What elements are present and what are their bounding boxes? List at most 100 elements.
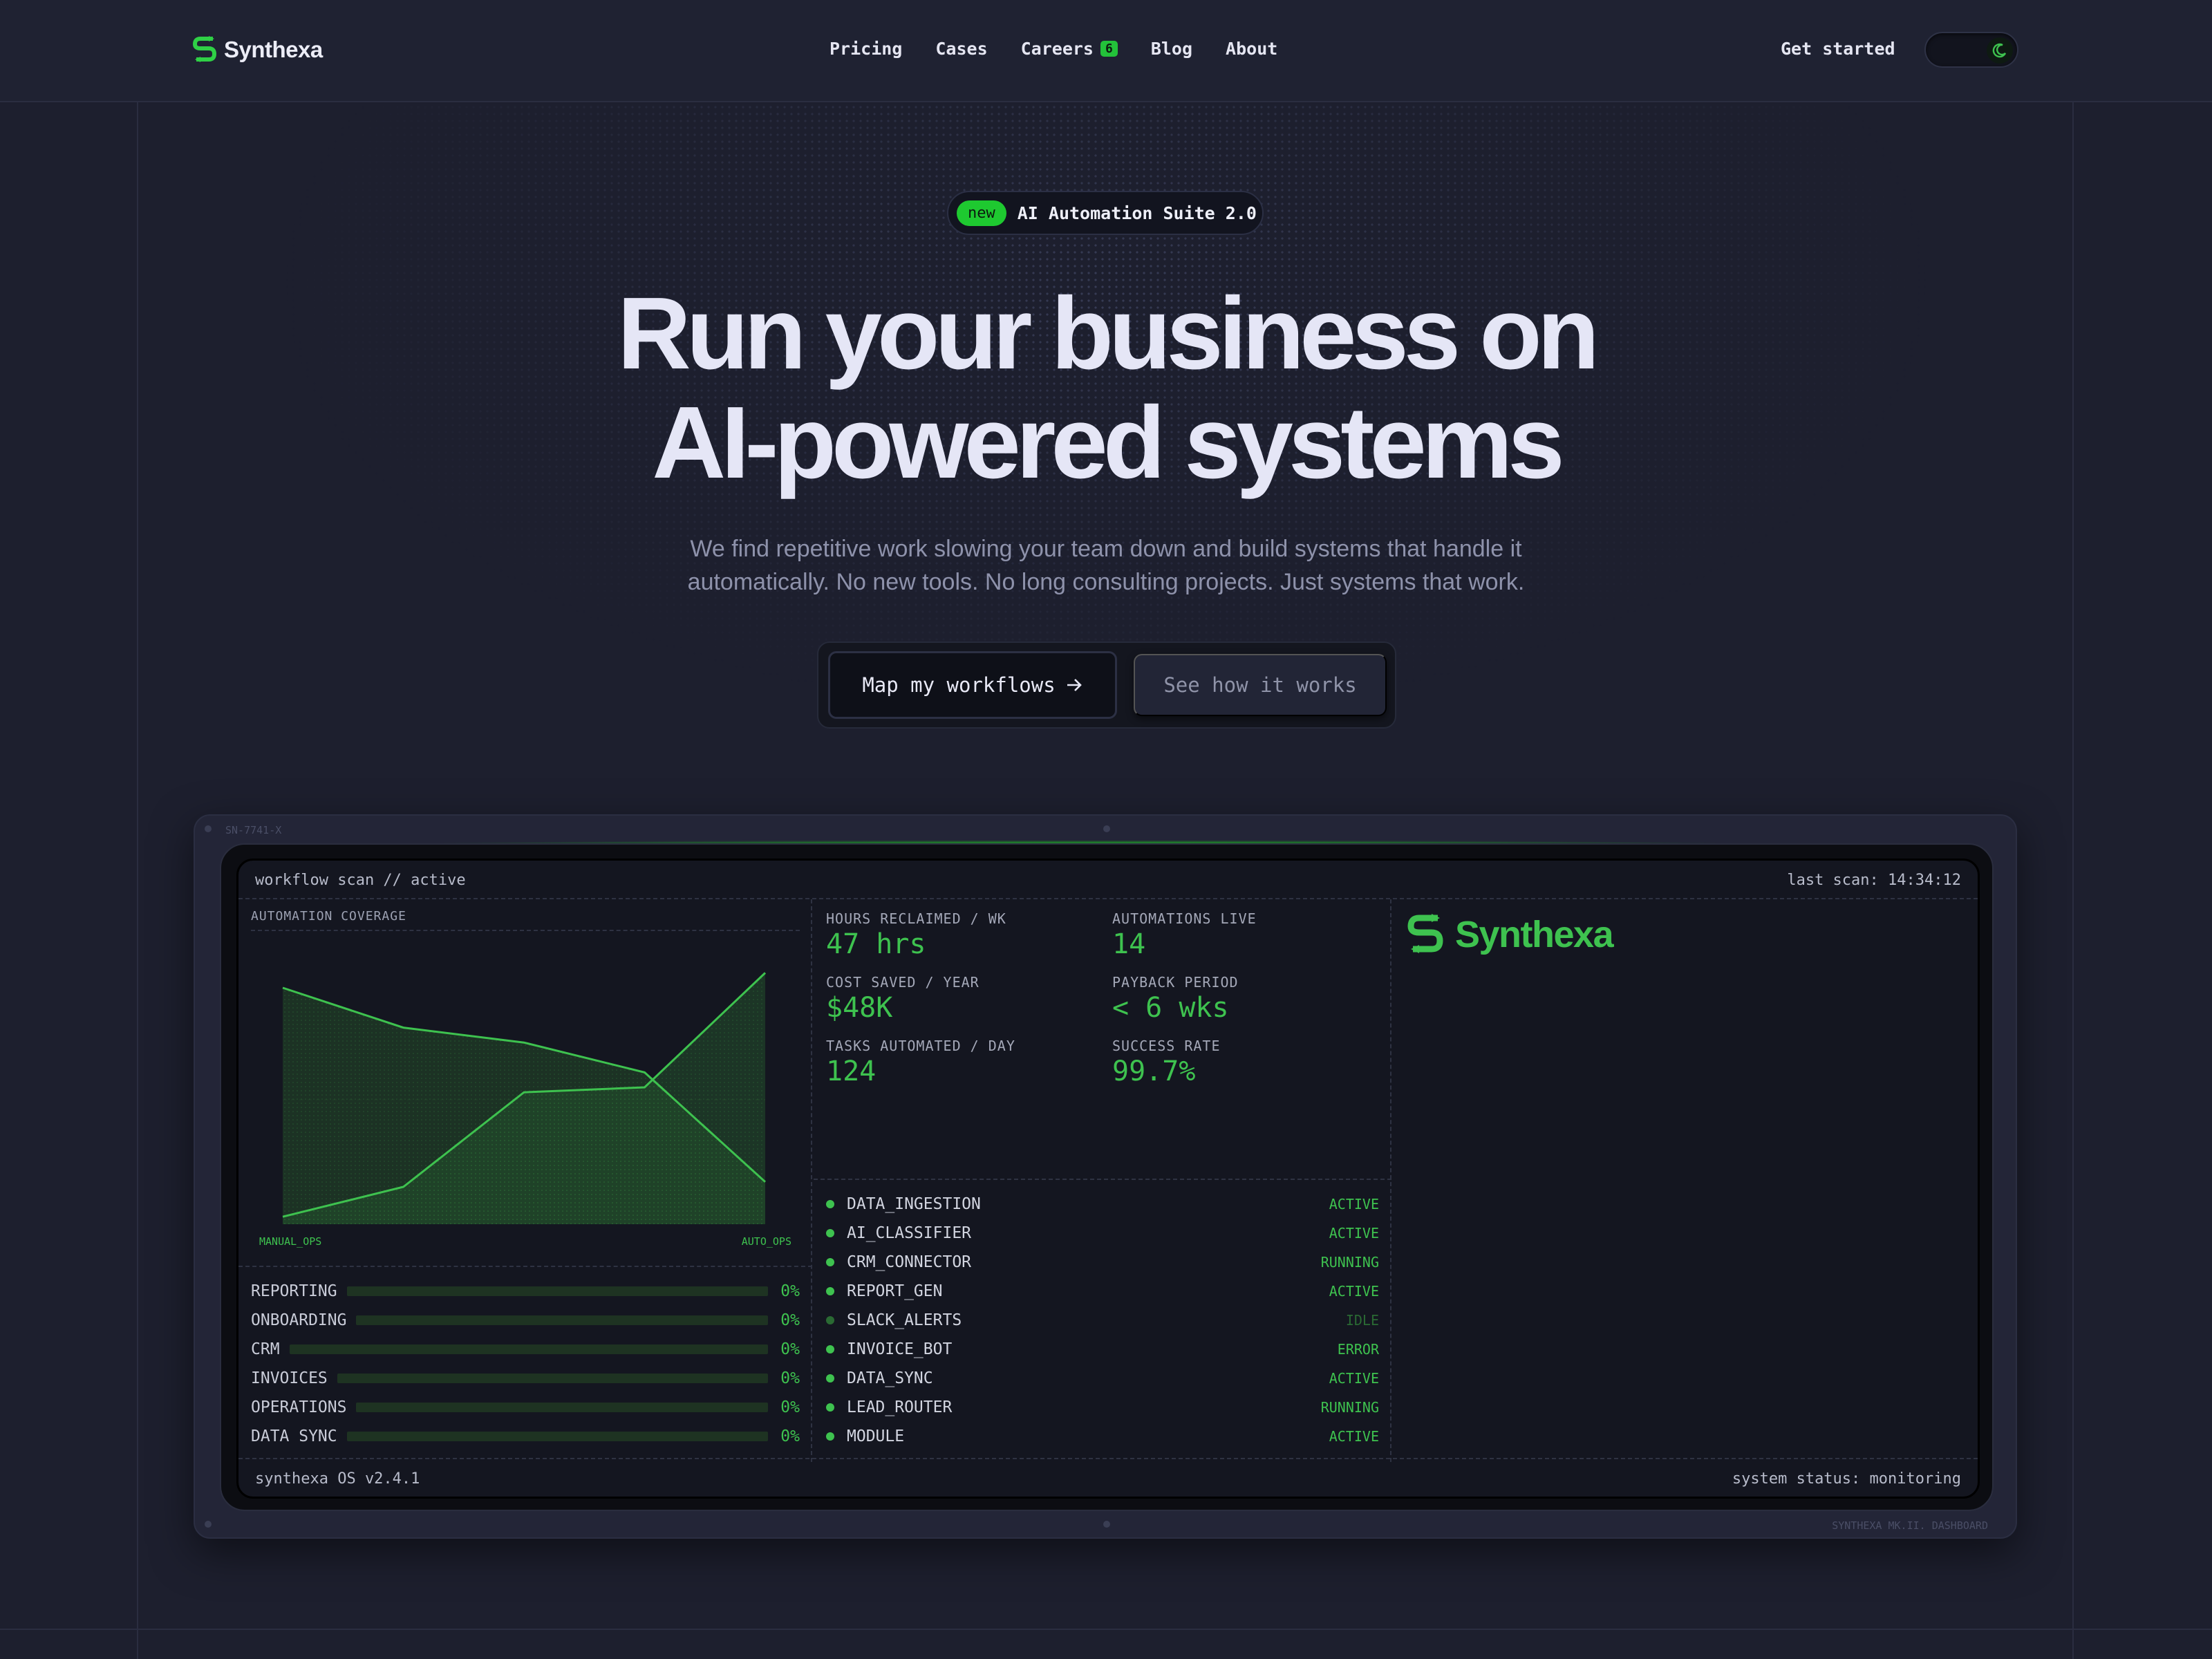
metric-value: 99.7% [1112,1056,1196,1087]
dashboard-device: SN-7741-X SYNTHEXA MK.II. DASHBOARD work… [194,814,2017,1539]
headline-line-2: AI-powered systems [652,386,1564,500]
metric-value: 47 hrs [826,928,926,960]
service-status: ACTIVE [1329,1428,1379,1445]
progress-row: CRM 0% [251,1335,800,1364]
frame-line-bottom [0,1629,2212,1630]
service-name: DATA_INGESTION [847,1195,981,1213]
progress-value: 0% [780,1340,800,1358]
screen-brand-name: Synthexa [1455,914,1614,955]
screen-title: workflow scan // active [255,872,466,889]
metric-label: PAYBACK PERIOD [1112,974,1239,991]
progress-value: 0% [780,1427,800,1445]
progress-track [289,1344,768,1354]
nav-careers-label: Careers [1020,39,1094,59]
metrics-panel: HOURS RECLAIMED / WK 47 hrs AUTOMATIONS LI… [814,899,1391,1462]
metrics-grid: HOURS RECLAIMED / WK 47 hrs AUTOMATIONS LI… [826,910,1379,1166]
metric-card: COST SAVED / YEAR $48K [826,974,1089,1024]
x-label-auto: AUTO_OPS [741,1235,791,1248]
service-name: SLACK_ALERTS [847,1311,962,1329]
metric-label: SUCCESS RATE [1112,1038,1221,1054]
nav-divider [0,101,2212,102]
hero-subhead: We find repetitive work slowing your tea… [0,532,2212,599]
progress-track [356,1403,768,1412]
status-dot-icon [826,1316,834,1324]
coverage-chart-svg [282,972,767,1224]
progress-track [337,1374,768,1383]
screw [1103,825,1110,832]
last-scan: last scan: 14:34:12 [1787,872,1961,889]
screen-brand-logo: Synthexa [1405,912,1614,957]
frame-line-right [2072,0,2074,1659]
progress-track [356,1315,768,1325]
headline-line-1: Run your business on [617,276,1600,391]
coverage-panel: AUTOMATION COVERAGE MANUAL_OPS AUTO_OPS … [238,899,812,1462]
metric-value: 14 [1112,928,1146,960]
metric-label: HOURS RECLAIMED / WK [826,910,1006,927]
progress-value: 0% [780,1282,800,1300]
metric-card: SUCCESS RATE 99.7% [1112,1038,1375,1087]
nav-careers[interactable]: Careers 6 [1021,39,1118,59]
service-row: DATA_SYNC ACTIVE [814,1364,1391,1393]
map-workflows-button[interactable]: Map my workflows [828,651,1117,719]
get-started-link[interactable]: Get started [1781,39,1895,59]
progress-label: CRM [251,1340,280,1358]
device-model: SYNTHEXA MK.II. DASHBOARD [1832,1519,1988,1532]
progress-row: OPERATIONS 0% [251,1393,800,1422]
status-dot-icon [826,1258,834,1266]
nav-blog[interactable]: Blog [1151,39,1192,59]
status-dot-icon [826,1229,834,1237]
nav-blog-label: Blog [1150,39,1193,59]
nav-about[interactable]: About [1226,39,1277,59]
dashboard-screen: workflow scan // active last scan: 14:34… [236,859,1980,1499]
screen-header: workflow scan // active last scan: 14:34… [238,861,1978,899]
service-status: ACTIVE [1329,1370,1379,1387]
nav-pricing[interactable]: Pricing [830,39,902,59]
metric-label: AUTOMATIONS LIVE [1112,910,1257,927]
service-name: INVOICE_BOT [847,1340,953,1358]
synthexa-logo-icon [1407,914,1443,953]
status-dot-icon [826,1287,834,1295]
theme-toggle[interactable] [1924,32,2018,68]
progress-track [346,1432,768,1441]
progress-value: 0% [780,1398,800,1416]
service-name: MODULE [847,1427,905,1445]
nav-pricing-label: Pricing [830,39,903,59]
system-status: system status: monitoring [1732,1470,1961,1488]
progress-label: INVOICES [251,1369,328,1387]
metric-value: 124 [826,1056,877,1087]
service-status: RUNNING [1320,1254,1379,1271]
brand-logo[interactable]: Synthexa [192,35,323,65]
metric-label: COST SAVED / YEAR [826,974,980,991]
service-row: LEAD_ROUTER RUNNING [814,1393,1391,1422]
service-status: ACTIVE [1329,1283,1379,1300]
subhead-line-2: automatically. No new tools. No long con… [687,569,1525,595]
service-row: DATA_INGESTION ACTIVE [814,1190,1391,1219]
service-name: AI_CLASSIFIER [847,1224,972,1242]
service-row: REPORT_GEN ACTIVE [814,1277,1391,1306]
metric-card: HOURS RECLAIMED / WK 47 hrs [826,910,1089,960]
service-name: CRM_CONNECTOR [847,1253,972,1271]
screen-bezel: workflow scan // active last scan: 14:34… [220,843,1994,1511]
status-dot-icon [826,1432,834,1441]
nav-cases-label: Cases [935,39,988,59]
metric-card: AUTOMATIONS LIVE 14 [1112,910,1375,960]
progress-value: 0% [780,1369,800,1387]
progress-label: ONBOARDING [251,1311,347,1329]
service-row: INVOICE_BOT ERROR [814,1335,1391,1364]
arrow-right-icon [1067,679,1082,691]
see-how-it-works-button[interactable]: See how it works [1134,654,1387,716]
metric-card: PAYBACK PERIOD < 6 wks [1112,974,1375,1024]
nav-cases[interactable]: Cases [935,39,987,59]
announcement-pill[interactable]: new AI Automation Suite 2.0 [947,191,1264,235]
nav-about-label: About [1226,39,1278,59]
progress-track [346,1286,768,1296]
service-name: REPORT_GEN [847,1282,943,1300]
x-label-manual: MANUAL_OPS [259,1235,322,1248]
metric-value: $48K [826,992,893,1024]
frame-line-left [137,0,138,1659]
service-row: CRM_CONNECTOR RUNNING [814,1248,1391,1277]
synthexa-logo-icon [193,36,216,62]
brand-panel: Synthexa [1393,899,1978,1462]
service-row: SLACK_ALERTS IDLE [814,1306,1391,1335]
screw [1103,1521,1110,1528]
